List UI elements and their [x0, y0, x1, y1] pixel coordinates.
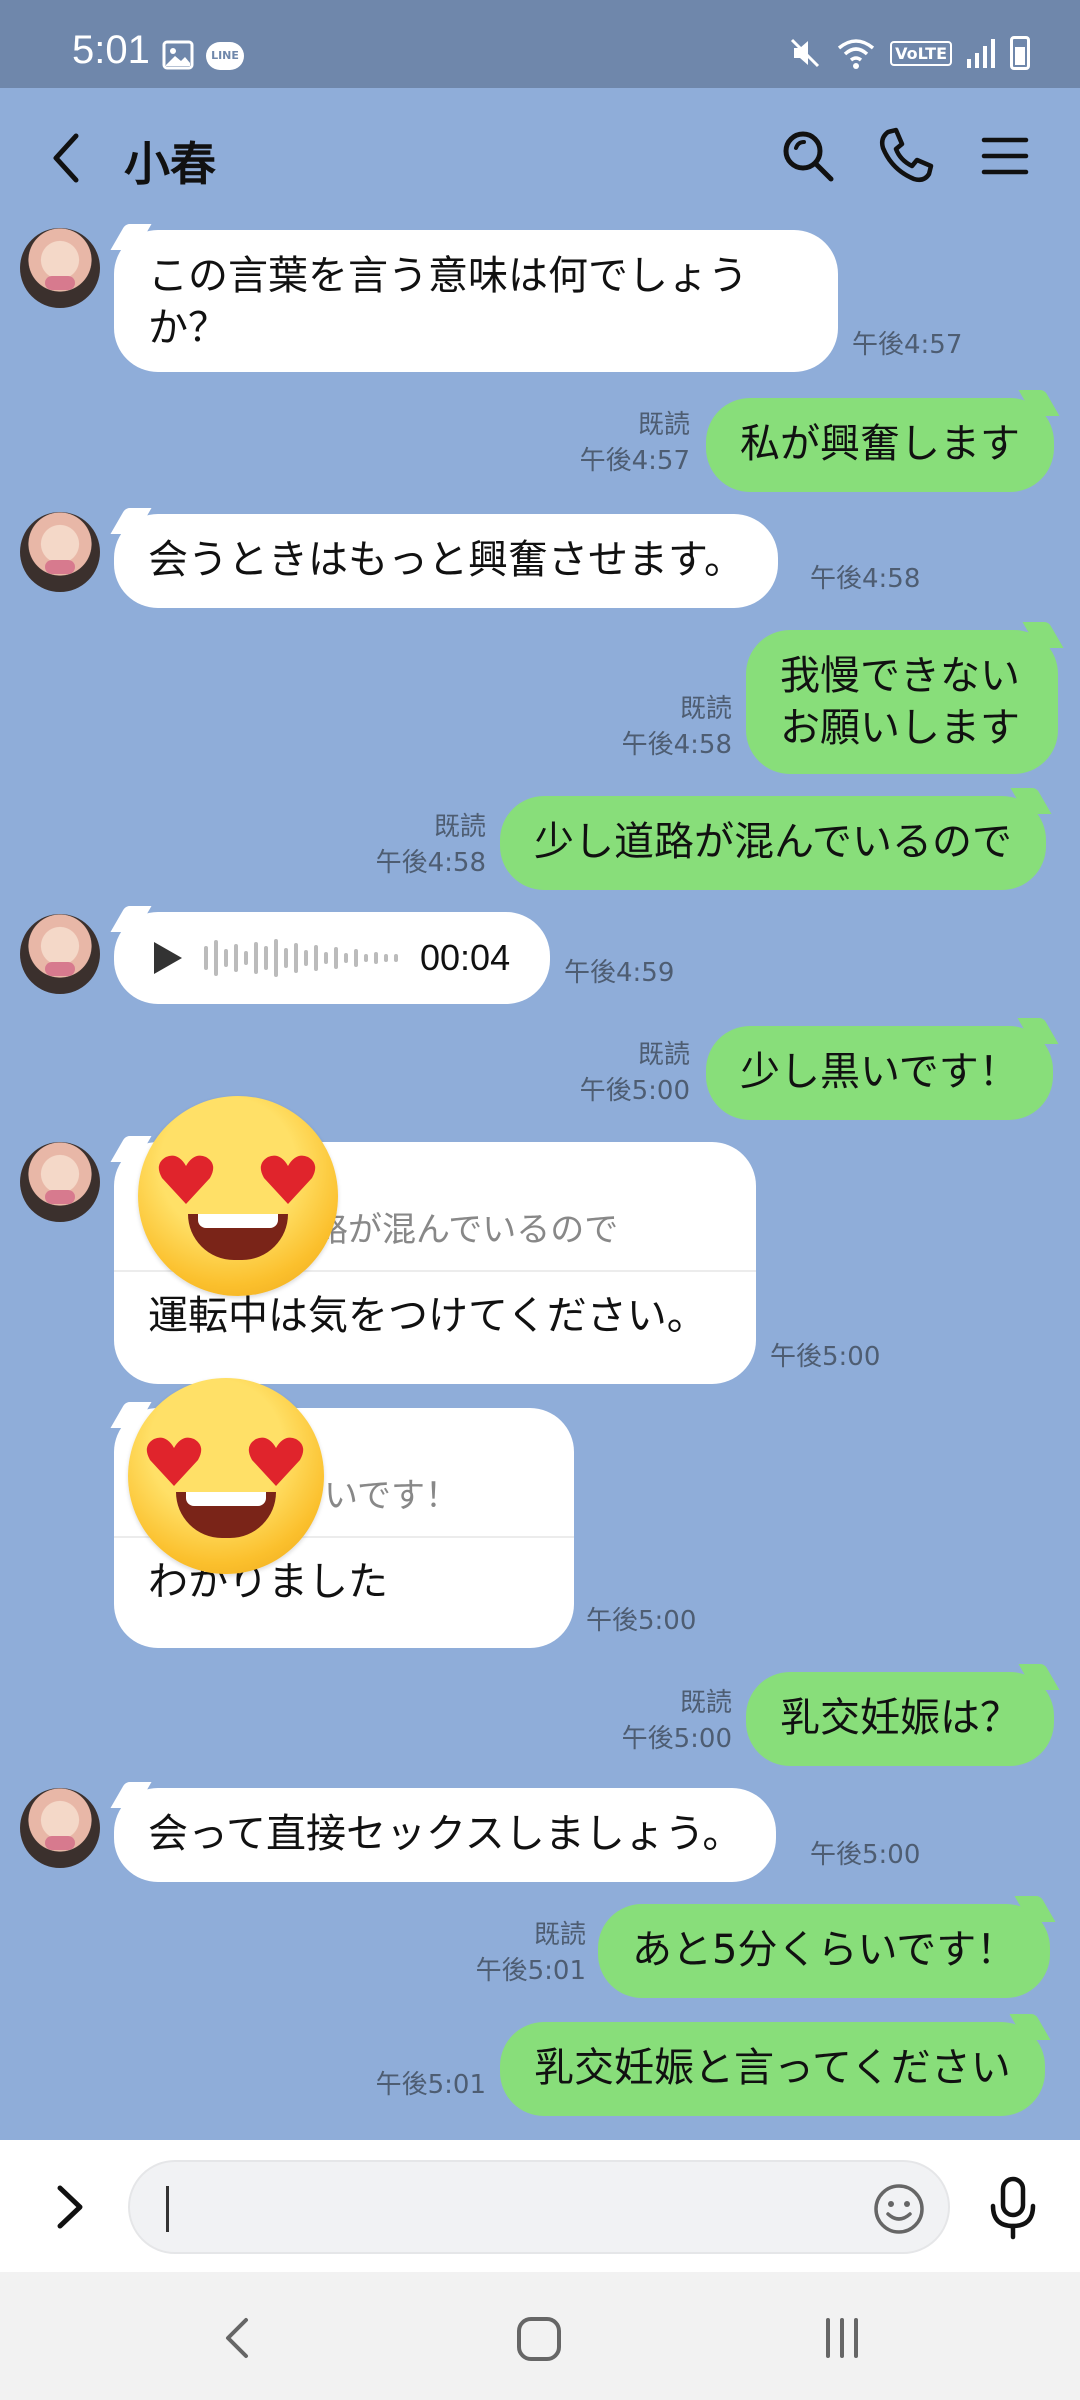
message-time: 午後5:00: [810, 1840, 921, 1870]
message-time: 午後5:00: [770, 1342, 881, 1372]
message-text-line: か？: [148, 305, 228, 351]
message-incoming[interactable]: この言葉を言う意味は何でしょう か？: [114, 230, 838, 372]
avatar[interactable]: [20, 1788, 100, 1868]
message-time: 午後4:58: [810, 564, 921, 594]
avatar[interactable]: [20, 512, 100, 592]
volte-badge: VoLTE: [890, 40, 952, 66]
heart-eyes-emoji-sticker: [128, 1378, 324, 1574]
message-time: 午後4:58: [375, 848, 486, 878]
read-receipt: 既読: [533, 1920, 586, 1950]
chat-messages[interactable]: この言葉を言う意味は何でしょう か？ 午後4:57 既読 午後4:57 私が興奮…: [0, 228, 1080, 2140]
message-text-line: 我慢できない: [780, 653, 1020, 699]
message-time: 午後5:00: [579, 1076, 690, 1106]
emoji-icon[interactable]: [872, 2182, 926, 2236]
avatar[interactable]: [20, 228, 100, 308]
message-text-line: お願いします: [780, 705, 1020, 751]
message-outgoing[interactable]: 我慢できない お願いします: [746, 630, 1058, 774]
phone-icon[interactable]: [874, 124, 938, 188]
status-time: 5:01: [72, 28, 150, 72]
message-time: 午後5:00: [586, 1606, 697, 1636]
message-outgoing[interactable]: 私が興奮します: [706, 398, 1054, 492]
back-arrow-icon[interactable]: [46, 128, 86, 188]
message-outgoing[interactable]: 少し道路が混んでいるので: [500, 796, 1046, 890]
read-receipt: 既読: [637, 1040, 690, 1070]
read-receipt: 既読: [637, 410, 690, 440]
status-icons: VoLTE: [788, 36, 1030, 70]
read-receipt: 既読: [679, 1688, 732, 1718]
nav-home-icon[interactable]: [516, 2316, 562, 2362]
message-outgoing[interactable]: 乳交妊娠と言ってください: [500, 2022, 1045, 2116]
message-text-line: この言葉を言う意味は何でしょう: [148, 253, 748, 299]
message-input-bar: [0, 2140, 1080, 2272]
read-receipt: 既読: [679, 694, 732, 724]
avatar[interactable]: [20, 1142, 100, 1222]
message-time: 午後4:57: [852, 330, 963, 360]
expand-icon[interactable]: [50, 2182, 90, 2232]
chat-header: 小春: [0, 88, 1080, 228]
battery-icon: [1010, 36, 1030, 70]
nav-back-icon[interactable]: [222, 2316, 252, 2360]
message-input[interactable]: [128, 2160, 950, 2254]
status-bar: 5:01 LINE VoLTE: [0, 0, 1080, 88]
voice-duration: 00:04: [420, 937, 511, 978]
message-time: 午後4:57: [579, 446, 690, 476]
search-icon[interactable]: [776, 124, 840, 188]
message-time: 午後4:59: [564, 958, 675, 988]
message-incoming[interactable]: 会って直接セックスしましょう。: [114, 1788, 777, 1882]
system-nav-bar: [0, 2272, 1080, 2400]
play-icon[interactable]: [154, 942, 182, 974]
message-time: 午後4:58: [621, 730, 732, 760]
voice-message[interactable]: 00:04: [114, 912, 550, 1004]
message-incoming[interactable]: 会うときはもっと興奮させます。: [114, 514, 778, 608]
mic-icon[interactable]: [985, 2176, 1041, 2240]
wifi-icon: [837, 39, 875, 69]
chat-title: 小春: [124, 137, 216, 191]
voice-waveform: [204, 938, 398, 978]
read-receipt: 既読: [433, 812, 486, 842]
nav-recents-icon[interactable]: [822, 2316, 862, 2360]
line-app-icon: LINE: [206, 42, 244, 70]
signal-icon: [967, 39, 995, 68]
menu-icon[interactable]: [972, 124, 1036, 188]
avatar[interactable]: [20, 914, 100, 994]
message-time: 午後5:01: [475, 1956, 586, 1986]
message-outgoing[interactable]: 少し黒いです！: [706, 1026, 1053, 1120]
gallery-icon: [162, 40, 194, 70]
message-time: 午後5:00: [621, 1724, 732, 1754]
message-time: 午後5:01: [375, 2070, 486, 2100]
text-caret: [166, 2186, 169, 2232]
mute-icon: [791, 38, 820, 68]
heart-eyes-emoji-sticker: [138, 1096, 338, 1296]
message-outgoing[interactable]: 乳交妊娠は？: [746, 1672, 1054, 1766]
message-outgoing[interactable]: あと5分くらいです！: [598, 1904, 1051, 1998]
